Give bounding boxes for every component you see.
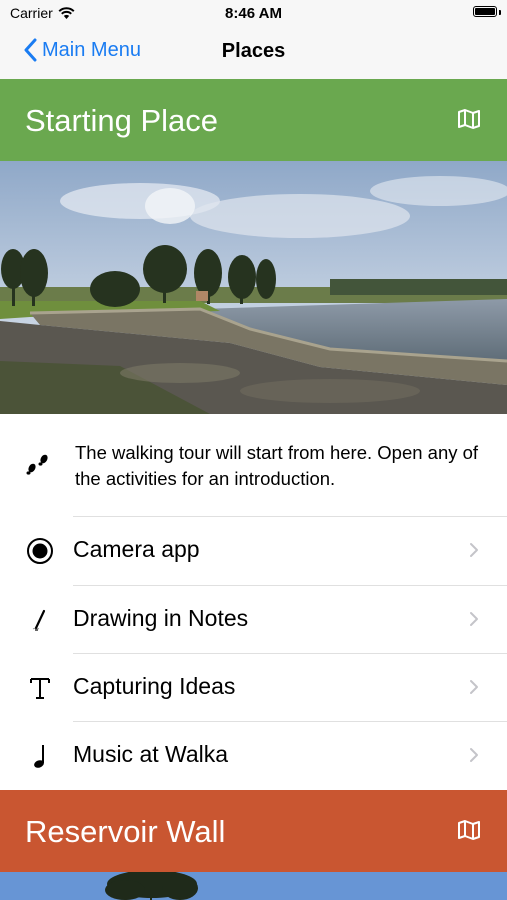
activity-label: Capturing Ideas bbox=[73, 673, 236, 699]
activity-row-camera-app[interactable]: Camera app bbox=[0, 517, 507, 585]
section-title: Starting Place bbox=[25, 103, 218, 138]
section-title: Reservoir Wall bbox=[25, 814, 226, 849]
status-bar: Carrier 8:46 AM bbox=[0, 0, 507, 28]
activity-row-drawing-in-notes[interactable]: Drawing in Notes bbox=[0, 586, 507, 654]
music-note-icon bbox=[26, 742, 54, 770]
navigation-bar: Main Menu Places bbox=[0, 28, 507, 79]
activity-label: Drawing in Notes bbox=[73, 605, 249, 631]
activity-row-music-at-walka[interactable]: Music at Walka bbox=[0, 722, 507, 790]
place-description: The walking tour will start from here. O… bbox=[75, 442, 479, 489]
activity-row-capturing-ideas[interactable]: Capturing Ideas bbox=[0, 654, 507, 722]
page-title: Places bbox=[221, 40, 286, 62]
place-photo bbox=[0, 161, 507, 414]
chevron-right-icon bbox=[470, 748, 478, 762]
section-header-starting-place[interactable]: Starting Place bbox=[0, 79, 507, 161]
camera-record-icon bbox=[26, 537, 54, 565]
map-icon[interactable] bbox=[457, 819, 481, 841]
battery-tip bbox=[499, 10, 501, 15]
activity-label: Camera app bbox=[73, 536, 200, 562]
section-header-reservoir-wall[interactable]: Reservoir Wall bbox=[0, 790, 507, 872]
chevron-right-icon bbox=[470, 612, 478, 626]
text-t-icon bbox=[26, 674, 54, 702]
map-icon[interactable] bbox=[457, 108, 481, 130]
activity-label: Music at Walka bbox=[73, 741, 229, 767]
battery-icon bbox=[473, 6, 497, 17]
pencil-icon bbox=[26, 606, 54, 634]
place-photo bbox=[0, 872, 507, 900]
chevron-right-icon bbox=[470, 543, 478, 557]
chevron-right-icon bbox=[470, 680, 478, 694]
status-time: 8:46 AM bbox=[225, 5, 282, 22]
footsteps-icon bbox=[26, 454, 48, 475]
